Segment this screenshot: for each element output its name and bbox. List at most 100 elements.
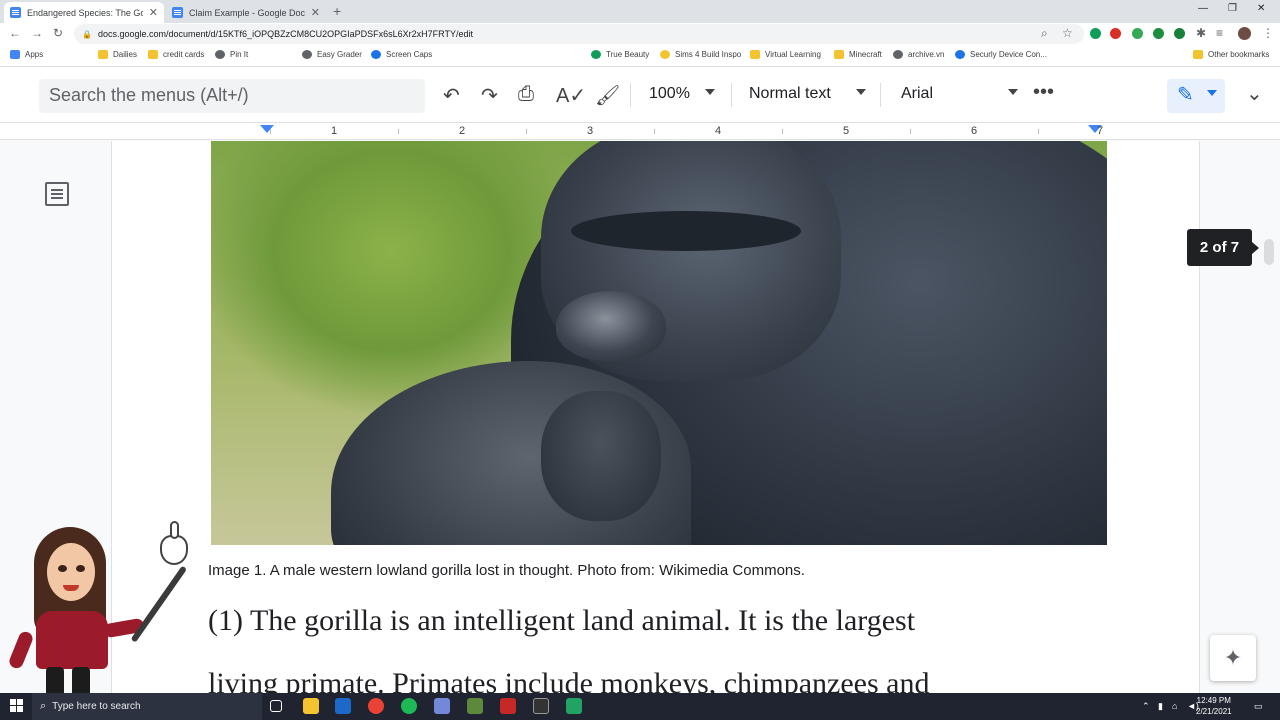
taskbar-search-input[interactable]: ⌕ Type here to search	[32, 693, 262, 720]
puzzle-extensions-icon[interactable]: ✱	[1196, 26, 1206, 40]
bookmark-link[interactable]: Easy Grader	[302, 50, 362, 59]
undo-icon[interactable]: ↶	[443, 83, 460, 108]
editing-mode-button[interactable]: ✎	[1167, 79, 1225, 113]
spellcheck-icon[interactable]: A✓	[556, 83, 586, 108]
close-tab-icon[interactable]: ✕	[311, 6, 320, 19]
tab-claim-example[interactable]: Claim Example - Google Docs ✕	[166, 2, 326, 23]
bookmark-link[interactable]: Pin It	[215, 50, 248, 59]
bookmark-apps[interactable]: Apps	[10, 50, 43, 59]
browser-menu-icon[interactable]: ⋮	[1262, 26, 1274, 40]
battery-icon[interactable]: ▮	[1158, 701, 1163, 712]
menu-search-input[interactable]: Search the menus (Alt+/)	[39, 79, 425, 113]
steam-icon[interactable]	[335, 698, 351, 714]
address-bar-row: ← → ↻ 🔒 docs.google.com/document/d/15KTf…	[0, 23, 1280, 45]
teacher-avatar	[7, 521, 198, 693]
style-select[interactable]: Normal text	[749, 85, 831, 103]
paint-format-icon[interactable]: 🖌	[595, 83, 620, 108]
avatar-sweater	[36, 611, 108, 669]
minecraft-icon[interactable]	[467, 698, 483, 714]
toolbar-divider	[630, 83, 631, 107]
app-icon[interactable]	[500, 698, 516, 714]
pointer-stick	[130, 565, 188, 643]
tab-endangered-species[interactable]: Endangered Species: The Gorilla ✕	[4, 2, 164, 23]
spotify-icon[interactable]	[401, 698, 417, 714]
new-tab-button[interactable]: +	[333, 3, 341, 19]
menu-search-placeholder: Search the menus (Alt+/)	[49, 85, 249, 105]
back-icon[interactable]: ←	[9, 26, 21, 40]
avatar-face	[47, 543, 95, 601]
site-icon	[215, 50, 225, 59]
bookmark-link[interactable]: Sims 4 Build Inspo	[660, 50, 741, 59]
redo-icon[interactable]: ↷	[481, 83, 498, 108]
zoom-select[interactable]: 100%	[649, 85, 690, 103]
gorilla-photo[interactable]	[211, 141, 1107, 545]
windows-start-icon[interactable]	[10, 699, 23, 712]
collapse-toolbar-icon[interactable]: ⌄	[1246, 81, 1263, 106]
close-tab-icon[interactable]: ✕	[149, 6, 158, 19]
paragraph-line: living primate. Primates include monkeys…	[208, 667, 930, 693]
bookmark-star-icon[interactable]: ☆	[1062, 26, 1073, 40]
bookmark-link[interactable]: Screen Caps	[371, 50, 432, 59]
close-window-icon[interactable]: ✕	[1257, 3, 1265, 14]
ruler: 1 2 3 4 5 6 7	[0, 123, 1280, 140]
document-canvas[interactable]: Image 1. A male western lowland gorilla …	[0, 141, 1280, 693]
file-explorer-icon[interactable]	[303, 698, 319, 714]
site-icon	[660, 50, 670, 59]
ruler-number: 7	[1097, 125, 1104, 137]
notification-icon[interactable]: ▭	[1254, 701, 1263, 712]
site-icon	[955, 50, 965, 59]
chevron-down-icon[interactable]	[705, 89, 715, 95]
scrollbar-thumb[interactable]	[1264, 239, 1274, 265]
document-outline-icon[interactable]	[45, 182, 69, 206]
left-indent-marker[interactable]	[260, 125, 274, 133]
ruler-number: 2	[459, 125, 466, 137]
bookmark-folder[interactable]: credit cards	[148, 50, 204, 59]
lock-icon: 🔒	[82, 29, 92, 39]
bookmark-link[interactable]: archive.vn	[893, 50, 944, 59]
bookmark-folder[interactable]: Dailies	[98, 50, 137, 59]
explore-button[interactable]: ✦	[1210, 635, 1256, 681]
print-icon[interactable]: ⎙	[518, 83, 534, 106]
address-bar[interactable]: 🔒 docs.google.com/document/d/15KTf6_iOPQ…	[74, 24, 1084, 44]
reading-list-icon[interactable]: ≡	[1216, 26, 1223, 40]
extension-icon[interactable]	[1174, 28, 1185, 39]
clock-date: 2/21/2021	[1196, 707, 1232, 716]
discord-icon[interactable]	[434, 698, 450, 714]
bookmark-folder[interactable]: Minecraft	[834, 50, 882, 59]
google-docs-icon	[10, 7, 21, 18]
task-view-icon[interactable]	[270, 700, 282, 712]
profile-avatar-icon[interactable]	[1238, 27, 1251, 40]
more-options-icon[interactable]: •••	[1033, 81, 1054, 104]
ruler-tick	[1038, 129, 1039, 134]
chevron-down-icon[interactable]	[1008, 89, 1018, 95]
avatar-arm	[7, 629, 35, 671]
folder-icon	[1193, 50, 1203, 59]
extension-icon[interactable]	[1090, 28, 1101, 39]
taskbar-clock[interactable]: 12:49 PM 2/21/2021	[1196, 695, 1232, 717]
app-icon[interactable]	[566, 698, 582, 714]
bookmark-other[interactable]: Other bookmarks	[1193, 50, 1269, 59]
font-select[interactable]: Arial	[901, 85, 933, 103]
folder-icon	[98, 50, 108, 59]
extension-icon[interactable]	[1110, 28, 1121, 39]
forward-icon[interactable]: →	[31, 26, 43, 40]
chevron-down-icon[interactable]	[856, 89, 866, 95]
chrome-icon[interactable]	[368, 698, 384, 714]
ruler-tick	[270, 129, 271, 134]
gorilla-hand-shape	[541, 391, 661, 521]
gorilla-brow-shape	[571, 211, 801, 251]
bookmark-link[interactable]: Securly Device Con...	[955, 50, 1047, 59]
network-icon[interactable]: ⌂	[1172, 701, 1177, 711]
tray-chevron-icon[interactable]: ⌃	[1142, 701, 1150, 712]
minimize-icon[interactable]: —	[1198, 3, 1208, 14]
app-icon[interactable]	[533, 698, 549, 714]
restore-icon[interactable]: ❐	[1228, 3, 1237, 14]
pointing-finger	[170, 521, 179, 539]
folder-icon	[148, 50, 158, 59]
reload-icon[interactable]: ↻	[53, 26, 63, 40]
bookmark-folder[interactable]: Virtual Learning	[750, 50, 821, 59]
zoom-icon[interactable]: ⌕	[1041, 26, 1048, 41]
extension-icon[interactable]	[1132, 28, 1143, 39]
extension-icon[interactable]	[1153, 28, 1164, 39]
bookmark-link[interactable]: True Beauty	[591, 50, 649, 59]
